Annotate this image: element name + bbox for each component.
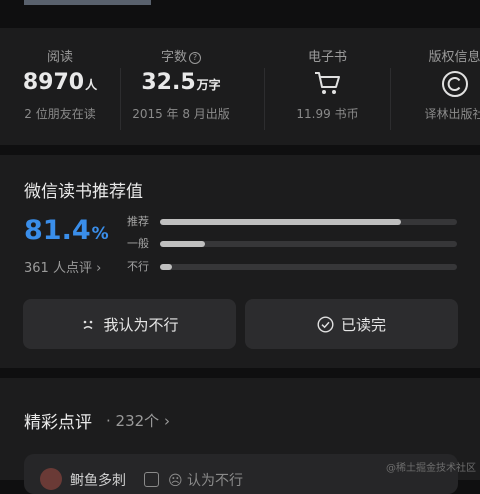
stat-copyright[interactable]: 版权信息 译林出版社 <box>392 28 480 145</box>
watermark: @稀土掘金技术社区 <box>386 463 476 474</box>
header-image-edge <box>24 0 151 5</box>
frown-icon <box>83 320 93 330</box>
stat-readers[interactable]: 阅读 8970 人 2 位朋友在读 <box>0 28 120 145</box>
review-verdict: ☹ 认为不行 <box>168 473 244 489</box>
rating-bar-recommend: 推荐 <box>127 215 457 229</box>
bar-fill <box>160 241 205 247</box>
reviews-count-link[interactable]: · 232个 › <box>106 410 170 431</box>
chevron-right-icon: › <box>91 261 102 276</box>
stat-sub: 2015 年 8 月出版 <box>132 107 230 121</box>
cart-icon[interactable] <box>265 70 390 100</box>
stat-label: 字数 <box>160 50 187 65</box>
finished-reading-button[interactable]: 已读完 <box>245 299 458 349</box>
check-circle-icon <box>317 315 334 333</box>
bar-label: 不行 <box>127 260 149 273</box>
stat-value: 32.5 <box>141 70 196 95</box>
percent-value: 81.4 <box>24 215 91 246</box>
stat-value: 8970 <box>22 70 85 95</box>
stat-ebook[interactable]: 电子书 11.99 书币 <box>265 28 390 145</box>
bar-fill <box>160 219 401 225</box>
reviews-count: · 232个 <box>106 412 160 430</box>
recommendation-card: 微信读书推荐值 81.4 % 361 人点评 › 推荐 一般 不行 我认为不行 … <box>0 155 480 368</box>
dislike-button[interactable]: 我认为不行 <box>23 299 236 349</box>
percent-sign: % <box>91 224 109 244</box>
review-username[interactable]: 鲥鱼多刺 <box>70 470 126 490</box>
avatar[interactable] <box>40 468 62 490</box>
book-stats-card: 阅读 8970 人 2 位朋友在读 字数? 32.5 万字 2015 年 8 月… <box>0 28 480 145</box>
stat-sub: 11.99 书币 <box>296 107 359 121</box>
recommend-percent: 81.4 % <box>24 215 109 246</box>
chevron-right-icon: › <box>159 412 170 430</box>
raters-count: 361 人点评 <box>24 261 92 276</box>
bar-label: 一般 <box>127 237 149 250</box>
rating-bar-bad: 不行 <box>127 260 457 274</box>
finished-label: 已读完 <box>340 315 386 334</box>
stat-sub: 译林出版社 <box>424 107 480 121</box>
info-icon[interactable]: ? <box>189 52 201 64</box>
bar-label: 推荐 <box>127 215 149 228</box>
reviews-title: 精彩点评 <box>24 413 92 433</box>
divider <box>390 68 391 130</box>
bar-fill <box>160 264 172 270</box>
recommend-title: 微信读书推荐值 <box>24 182 143 202</box>
reviews-section: 精彩点评 · 232个 › 鲥鱼多刺 ☹ 认为不行 @稀土掘金技术社区 <box>0 378 480 494</box>
stat-label: 电子书 <box>307 50 347 65</box>
stat-label: 版权信息 <box>428 50 480 65</box>
stat-sub: 2 位朋友在读 <box>24 107 96 121</box>
rating-bar-average: 一般 <box>127 237 457 251</box>
raters-link[interactable]: 361 人点评 › <box>24 257 101 276</box>
dislike-label: 我认为不行 <box>103 315 179 334</box>
stat-unit: 人 <box>85 78 98 92</box>
copyright-icon[interactable] <box>392 70 480 100</box>
stat-word-count[interactable]: 字数? 32.5 万字 2015 年 8 月出版 <box>121 28 241 145</box>
stat-label: 阅读 <box>46 50 73 65</box>
stat-unit: 万字 <box>196 78 221 92</box>
